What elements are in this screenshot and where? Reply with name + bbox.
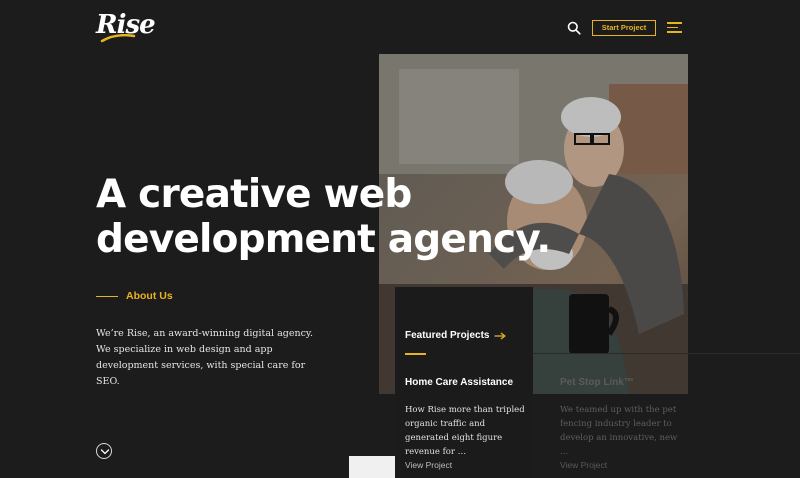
hamburger-menu-icon[interactable] (667, 22, 682, 33)
divider-line (533, 353, 800, 354)
about-us-link[interactable]: About Us (126, 290, 173, 302)
logo[interactable]: Rise (96, 10, 156, 46)
chevron-down-icon (100, 449, 110, 455)
logo-swoosh (100, 34, 136, 43)
intro-text: We’re Rise, an award-winning digital age… (96, 328, 314, 387)
project-title-pet-stop[interactable]: Pet Stop Link™ (560, 377, 634, 388)
about-accent-line (96, 296, 118, 297)
search-icon[interactable] (567, 21, 581, 35)
scroll-down-button[interactable] (96, 443, 112, 459)
featured-projects-title: Featured Projects (405, 330, 490, 341)
arrow-right-icon[interactable] (494, 332, 506, 340)
view-project-link-2[interactable]: View Project (560, 460, 607, 470)
headline-line-1: A creative web (96, 172, 412, 217)
headline-line-2: development agency. (96, 217, 551, 262)
project-desc-home-care: How Rise more than tripled organic traff… (405, 405, 525, 457)
hero-headline: A creative web development agency. (96, 172, 616, 262)
featured-projects-card: Featured Projects Home Care Assistance H… (395, 287, 533, 478)
featured-underline (405, 353, 426, 355)
view-project-link[interactable]: View Project (405, 460, 452, 470)
start-project-button[interactable]: Start Project (592, 20, 656, 36)
project-desc-pet-stop: We teamed up with the pet fencing indust… (560, 405, 678, 457)
project-title-home-care[interactable]: Home Care Assistance (405, 377, 513, 388)
